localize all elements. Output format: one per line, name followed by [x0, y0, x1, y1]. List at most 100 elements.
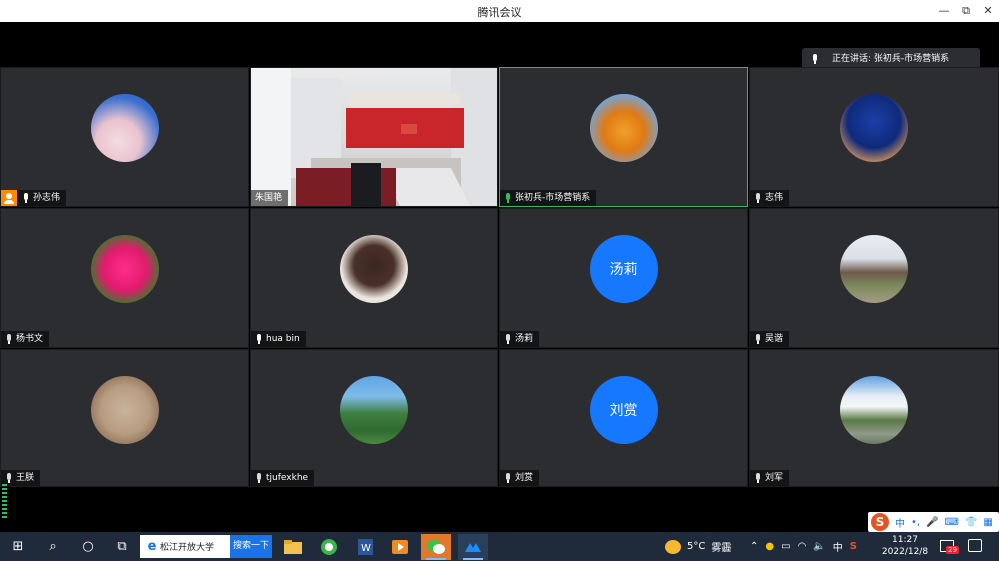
mic-speaking-icon — [504, 193, 512, 203]
participant-tile[interactable]: hua bin — [250, 208, 498, 348]
clock-date: 2022/12/8 — [881, 547, 929, 557]
ime-mode[interactable]: 中 — [895, 515, 905, 530]
mic-icon — [811, 54, 819, 64]
ime-voice-icon[interactable]: 🎤 — [926, 517, 938, 528]
mic-muted-icon — [504, 334, 512, 344]
search-query[interactable]: 松江开放大学 — [160, 540, 214, 553]
mic-muted-icon — [754, 473, 762, 483]
sogou-logo-icon[interactable]: S — [871, 513, 889, 531]
minimize-button[interactable]: — — [934, 2, 954, 20]
ime-punct[interactable]: •, — [911, 517, 920, 528]
participant-name: 吴谐 — [765, 334, 784, 344]
participant-name: tjufexkhe — [266, 473, 309, 483]
mic-icon — [22, 193, 30, 203]
word-app-icon[interactable]: W — [350, 534, 380, 560]
svg-text:W: W — [361, 543, 371, 554]
ime-keyboard-icon[interactable]: ⌨ — [945, 517, 959, 528]
weather-haze-icon — [665, 539, 681, 554]
mic-muted-icon — [255, 473, 263, 483]
participant-tile[interactable]: 刘赏 刘赏 — [499, 349, 748, 487]
participant-tile[interactable]: 孙志伟 — [0, 67, 249, 207]
participant-nametag: hua bin — [251, 331, 306, 347]
system-tray: ⌃ ● ▭ ◠ 🔈 中 S — [750, 539, 857, 554]
participant-avatar — [840, 94, 908, 162]
speaker-icon[interactable]: 🔈 — [813, 541, 825, 552]
participant-nametag: 汤莉 — [500, 331, 540, 347]
participant-avatar — [90, 94, 159, 162]
participant-name: 朱国艳 — [255, 193, 283, 203]
notification-icon[interactable]: 29 — [940, 540, 959, 554]
tray-app-icon[interactable]: ● — [765, 541, 774, 552]
audio-level-meter — [2, 484, 7, 524]
windows-taskbar: ⊞ ⌕ ○ ⧉ e 松江开放大学 搜索一下 W 5°C 雾霾 ⌃ ● ▭ ◠ 🔈… — [0, 532, 999, 561]
participant-nametag: 刘军 — [750, 470, 790, 486]
participant-name: 汤莉 — [515, 334, 534, 344]
ime-skin-icon[interactable]: 👕 — [965, 517, 977, 528]
participant-name: hua bin — [266, 334, 300, 344]
participant-name: 志伟 — [765, 193, 784, 203]
weather-desc: 雾霾 — [711, 543, 732, 554]
mic-muted-icon — [504, 473, 512, 483]
participant-avatar — [90, 376, 159, 444]
participant-nametag: 吴谐 — [750, 331, 790, 347]
ie-icon: e — [147, 539, 157, 554]
participant-nametag: 朱国艳 — [251, 190, 289, 206]
participant-avatar — [90, 235, 159, 303]
weather-temp: 5°C — [687, 541, 706, 552]
maximize-button[interactable]: ⧉ — [956, 2, 976, 20]
cortana-icon[interactable]: ○ — [78, 537, 98, 556]
chevron-up-icon[interactable]: ⌃ — [750, 541, 758, 552]
ime-toolbar[interactable]: S 中 •, 🎤 ⌨ 👕 ▦ — [868, 512, 999, 532]
notification-badge: 29 — [946, 546, 959, 554]
weather-widget[interactable]: 5°C 雾霾 — [665, 539, 731, 554]
close-button[interactable]: ✕ — [978, 2, 998, 20]
browser-app-icon[interactable] — [314, 534, 344, 560]
participant-tile[interactable]: 汤莉 汤莉 — [499, 208, 748, 348]
window-title: 腾讯会议 — [477, 6, 522, 19]
video-feed — [251, 68, 497, 206]
mic-muted-icon — [754, 334, 762, 344]
participant-avatar — [840, 376, 908, 444]
participant-avatar-initials: 刘赏 — [589, 376, 658, 444]
sogou-tray-icon[interactable]: S — [850, 541, 857, 552]
participant-tile[interactable]: 王朕 — [0, 349, 249, 487]
input-method-indicator[interactable]: 中 — [833, 539, 843, 554]
wechat-app-icon[interactable] — [421, 534, 451, 560]
participant-name: 杨书文 — [16, 334, 44, 344]
participant-tile[interactable]: 志伟 — [749, 67, 999, 207]
windows-start-icon[interactable]: ⊞ — [8, 537, 28, 556]
participant-tile[interactable]: 朱国艳 — [250, 67, 498, 207]
participant-nametag: 孙志伟 — [1, 190, 67, 206]
participant-name: 刘赏 — [515, 473, 534, 483]
action-center-icon[interactable] — [968, 539, 982, 552]
participant-tile-active-speaker[interactable]: 张初兵-市场营销系 — [499, 67, 748, 207]
participant-name: 刘军 — [765, 473, 784, 483]
participant-nametag: 刘赏 — [500, 470, 540, 486]
participant-tile[interactable]: 刘军 — [749, 349, 999, 487]
participant-avatar — [840, 235, 908, 303]
media-player-icon[interactable] — [385, 534, 415, 560]
participant-tile[interactable]: 吴谐 — [749, 208, 999, 348]
task-view-icon[interactable]: ⧉ — [112, 537, 132, 556]
host-icon — [1, 190, 17, 206]
participant-tile[interactable]: 杨书文 — [0, 208, 249, 348]
participant-avatar-initials: 汤莉 — [589, 235, 658, 303]
system-clock[interactable]: 11:27 2022/12/8 — [876, 534, 934, 558]
participant-avatar — [340, 376, 408, 444]
participant-tile[interactable]: tjufexkhe — [250, 349, 498, 487]
ime-toolbox-icon[interactable]: ▦ — [983, 517, 992, 528]
conference-room-video — [251, 68, 497, 206]
wifi-icon[interactable]: ◠ — [798, 541, 807, 552]
title-bar: 腾讯会议 — ⧉ ✕ — [0, 0, 999, 22]
tencent-meeting-app-icon[interactable] — [458, 534, 488, 560]
clock-time: 11:27 — [892, 535, 918, 545]
file-explorer-icon[interactable] — [278, 534, 308, 560]
search-icon[interactable]: ⌕ — [43, 537, 63, 556]
participant-avatar — [589, 94, 658, 162]
search-button[interactable]: 搜索一下 — [230, 535, 272, 558]
video-stage: 正在讲话: 张初兵-市场营销系 孙志伟 朱国艳 张初兵-市场营销系 志伟 杨书文… — [0, 22, 999, 532]
mic-muted-icon — [754, 193, 762, 203]
browser-search-box[interactable]: e 松江开放大学 搜索一下 — [140, 535, 272, 558]
mic-muted-icon — [5, 334, 13, 344]
battery-icon[interactable]: ▭ — [781, 541, 790, 552]
